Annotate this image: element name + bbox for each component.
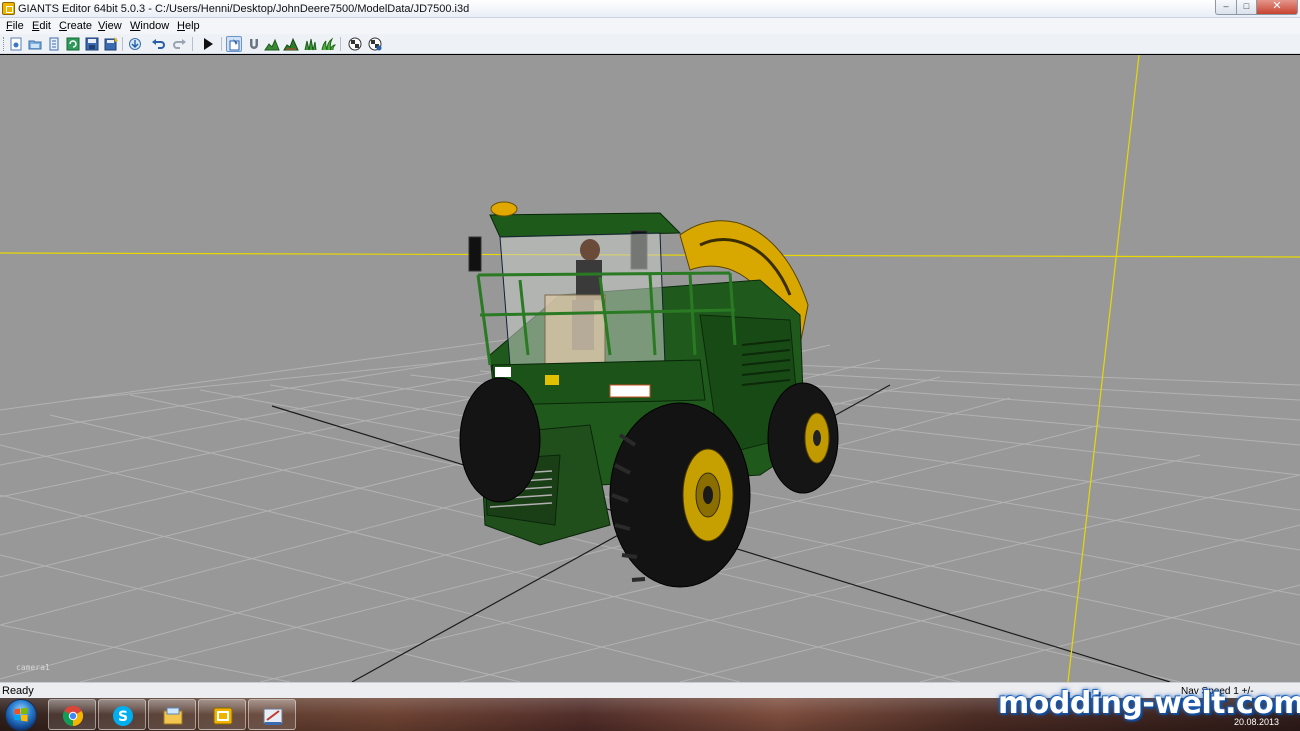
- toolbar-grip[interactable]: [3, 37, 5, 51]
- toolbar-separator: [122, 37, 123, 51]
- title-bar: GIANTS Editor 64bit 5.0.3 - C:/Users/Hen…: [0, 0, 1300, 18]
- file-explorer-icon: [163, 707, 183, 725]
- import-icon[interactable]: [127, 36, 143, 52]
- close-button[interactable]: ✕: [1256, 0, 1298, 15]
- save-icon[interactable]: [84, 36, 100, 52]
- toolbar-separator: [340, 37, 341, 51]
- menu-file[interactable]: File: [6, 20, 24, 32]
- svg-text:S: S: [118, 709, 128, 725]
- magnet-icon[interactable]: [246, 36, 262, 52]
- open-recent-icon[interactable]: [46, 36, 62, 52]
- maximize-button[interactable]: □: [1236, 0, 1257, 15]
- toolbar-separator: [221, 37, 222, 51]
- open-file-icon[interactable]: [27, 36, 43, 52]
- screenshot-tool-icon: [263, 708, 283, 725]
- toolbar-separator: [192, 37, 193, 51]
- menu-edit[interactable]: Edit: [32, 20, 51, 32]
- save-as-icon[interactable]: [103, 36, 119, 52]
- start-button[interactable]: [5, 699, 37, 731]
- toolbar: [0, 34, 1300, 54]
- new-file-icon[interactable]: [8, 36, 24, 52]
- foliage-paint-icon[interactable]: [302, 36, 318, 52]
- windows-logo-icon: [14, 707, 28, 722]
- vertical-axis-line: [1067, 55, 1140, 682]
- taskbar-skype[interactable]: S: [98, 699, 146, 730]
- 3d-viewport[interactable]: camera1: [0, 55, 1300, 682]
- play-icon[interactable]: [200, 36, 216, 52]
- status-text: Ready: [2, 685, 34, 697]
- viewport-scene: [0, 55, 1300, 682]
- skype-icon: S: [113, 706, 133, 726]
- menu-create[interactable]: Create: [59, 20, 92, 32]
- taskbar-screenshot-tool[interactable]: [248, 699, 296, 730]
- window-title: GIANTS Editor 64bit 5.0.3 - C:/Users/Hen…: [18, 3, 470, 15]
- taskbar-giants-editor[interactable]: [198, 699, 246, 730]
- minimize-button[interactable]: –: [1215, 0, 1237, 15]
- menu-window[interactable]: Window: [130, 20, 169, 32]
- giants-editor-icon: [213, 707, 233, 725]
- taskbar-file-explorer[interactable]: [148, 699, 196, 730]
- menu-view[interactable]: View: [98, 20, 122, 32]
- taskbar-date[interactable]: 20.08.2013: [1234, 717, 1279, 727]
- terrain-paint-icon[interactable]: [283, 36, 299, 52]
- watermark-logo: modding-welt.com: [998, 686, 1300, 721]
- refresh-icon[interactable]: [65, 36, 81, 52]
- forage-harvester-model: [459, 201, 839, 588]
- camera-label: camera1: [16, 663, 50, 672]
- menu-help[interactable]: Help: [177, 20, 200, 32]
- select-mode-icon[interactable]: [226, 36, 242, 52]
- foliage-grass-icon[interactable]: [320, 36, 336, 52]
- giants-app-icon: [2, 2, 15, 15]
- checker-icon[interactable]: [347, 36, 363, 52]
- terrain-sculpt-icon[interactable]: [264, 36, 280, 52]
- redo-icon[interactable]: [171, 36, 187, 52]
- menu-bar: File Edit Create View Window Help: [0, 18, 1300, 34]
- taskbar-chrome[interactable]: [48, 699, 96, 730]
- undo-icon[interactable]: [151, 36, 167, 52]
- checker-gear-icon[interactable]: [367, 36, 383, 52]
- chrome-icon: [62, 705, 84, 727]
